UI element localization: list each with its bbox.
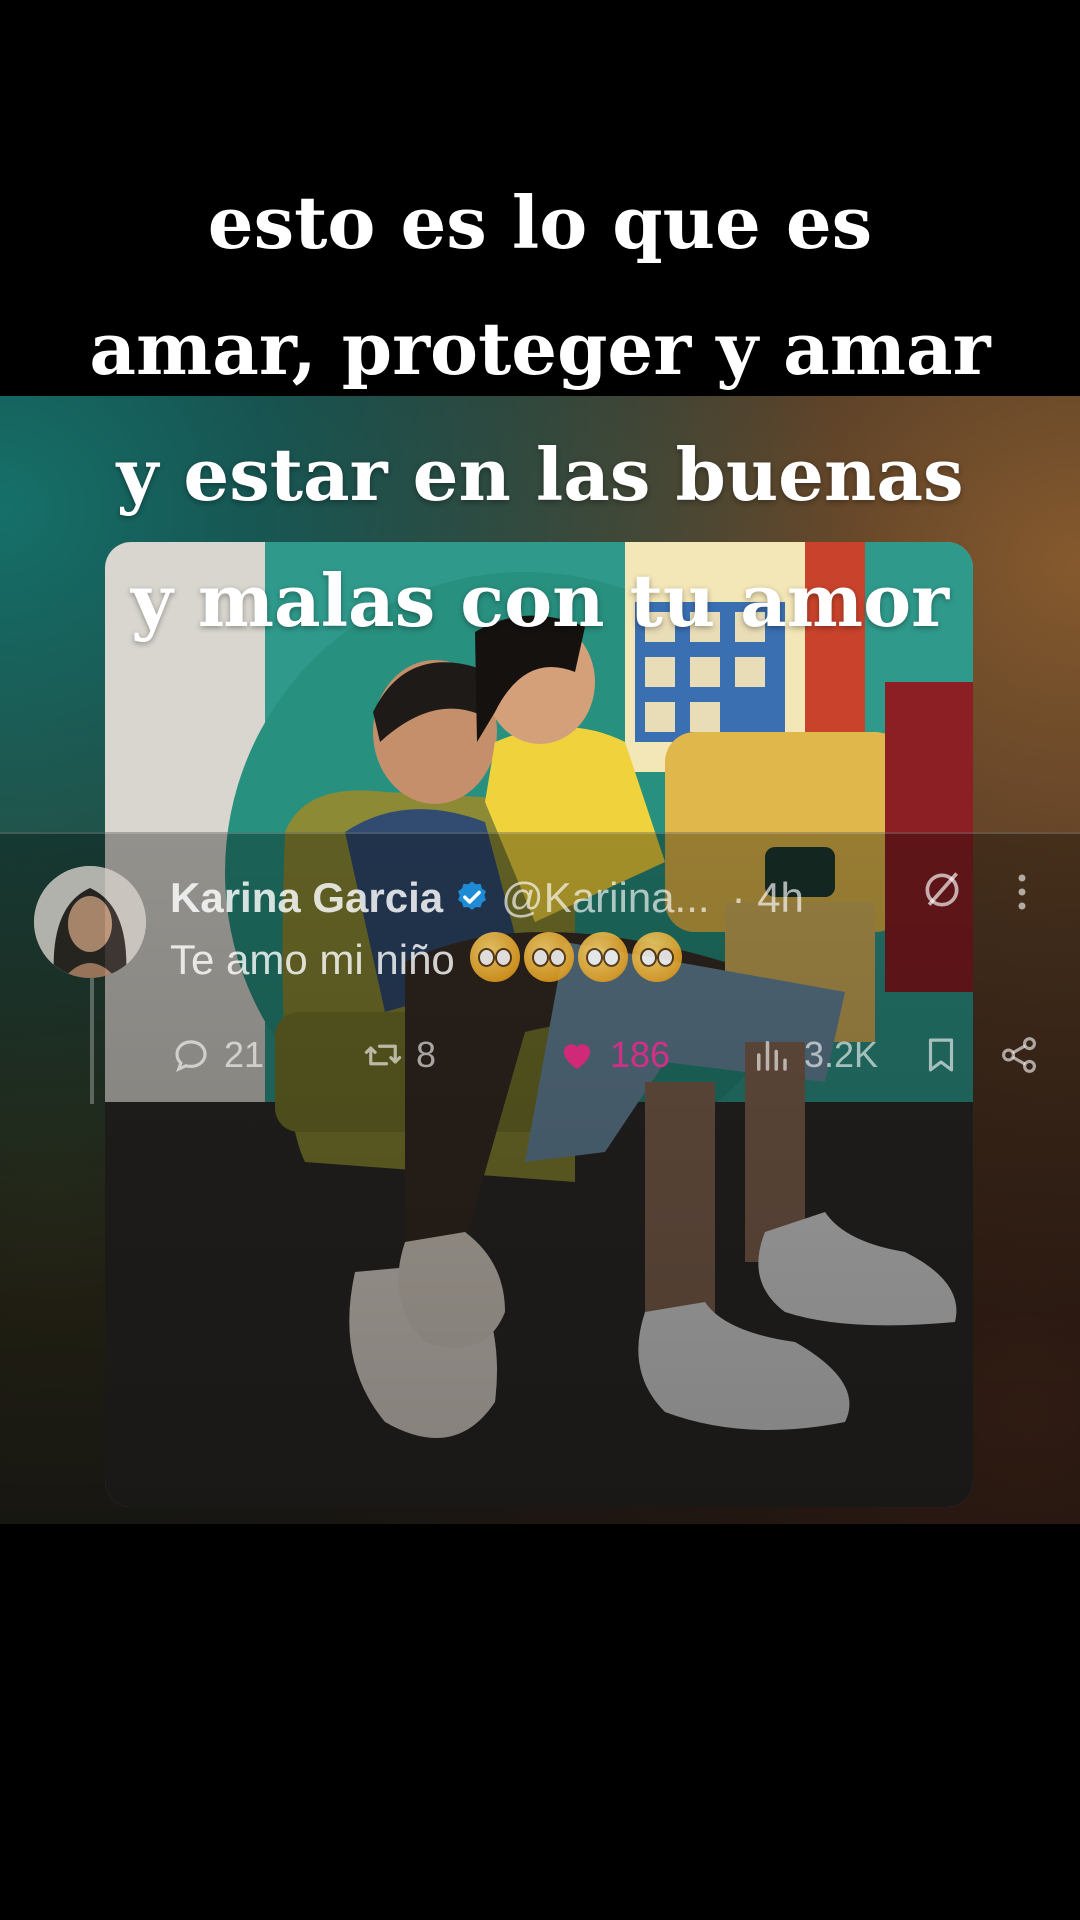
- share-button[interactable]: [998, 1030, 1052, 1080]
- views-button[interactable]: 3.2K: [750, 1030, 878, 1080]
- tweet-text: Te amo mi niño: [170, 932, 683, 984]
- author-handle[interactable]: @Kariina...: [501, 874, 709, 922]
- author-name[interactable]: Karina Garcia: [170, 874, 443, 922]
- caption-line-3: y estar en las buenas: [116, 432, 964, 517]
- tweet-time[interactable]: · 4h: [732, 874, 804, 922]
- pleading-face-emoji-icon: [632, 932, 683, 982]
- pleading-face-emoji-icon: [470, 932, 521, 982]
- reply-icon: [175, 1040, 207, 1072]
- caption-line-1: esto es lo que es: [207, 180, 873, 265]
- heart-icon: [563, 1044, 591, 1069]
- caption-line-4: y malas con tu amor: [130, 558, 950, 643]
- like-button[interactable]: 186: [556, 1030, 670, 1080]
- pleading-face-emoji-icon: [578, 932, 629, 982]
- retweet-button[interactable]: 8: [362, 1030, 436, 1080]
- grok-icon[interactable]: [920, 868, 964, 912]
- bottom-letterbox: [0, 1524, 1080, 1920]
- retweet-icon: [364, 1044, 402, 1066]
- more-vertical-icon[interactable]: [1012, 872, 1032, 912]
- tweet-text-content: Te amo mi niño: [170, 936, 455, 983]
- avatar-image: [34, 866, 146, 978]
- divider: [0, 832, 1080, 834]
- video-caption: esto es lo que es amar, proteger y amar …: [0, 160, 1080, 664]
- views-icon: [757, 1041, 787, 1071]
- caption-line-2: amar, proteger y amar: [89, 306, 991, 391]
- avatar[interactable]: [34, 866, 146, 978]
- reply-button[interactable]: 21: [170, 1030, 264, 1080]
- tweet-actions: 21 8 186 3.2K: [0, 1030, 1080, 1080]
- share-icon: [1002, 1037, 1036, 1073]
- verified-badge-icon: [458, 881, 487, 910]
- views-count: 3.2K: [804, 1034, 879, 1075]
- bookmark-icon: [928, 1038, 954, 1072]
- pleading-face-emoji-icon: [524, 932, 575, 982]
- bookmark-button[interactable]: [920, 1030, 974, 1080]
- retweet-count: 8: [416, 1034, 437, 1075]
- like-count: 186: [610, 1034, 671, 1075]
- reply-count: 21: [224, 1034, 265, 1075]
